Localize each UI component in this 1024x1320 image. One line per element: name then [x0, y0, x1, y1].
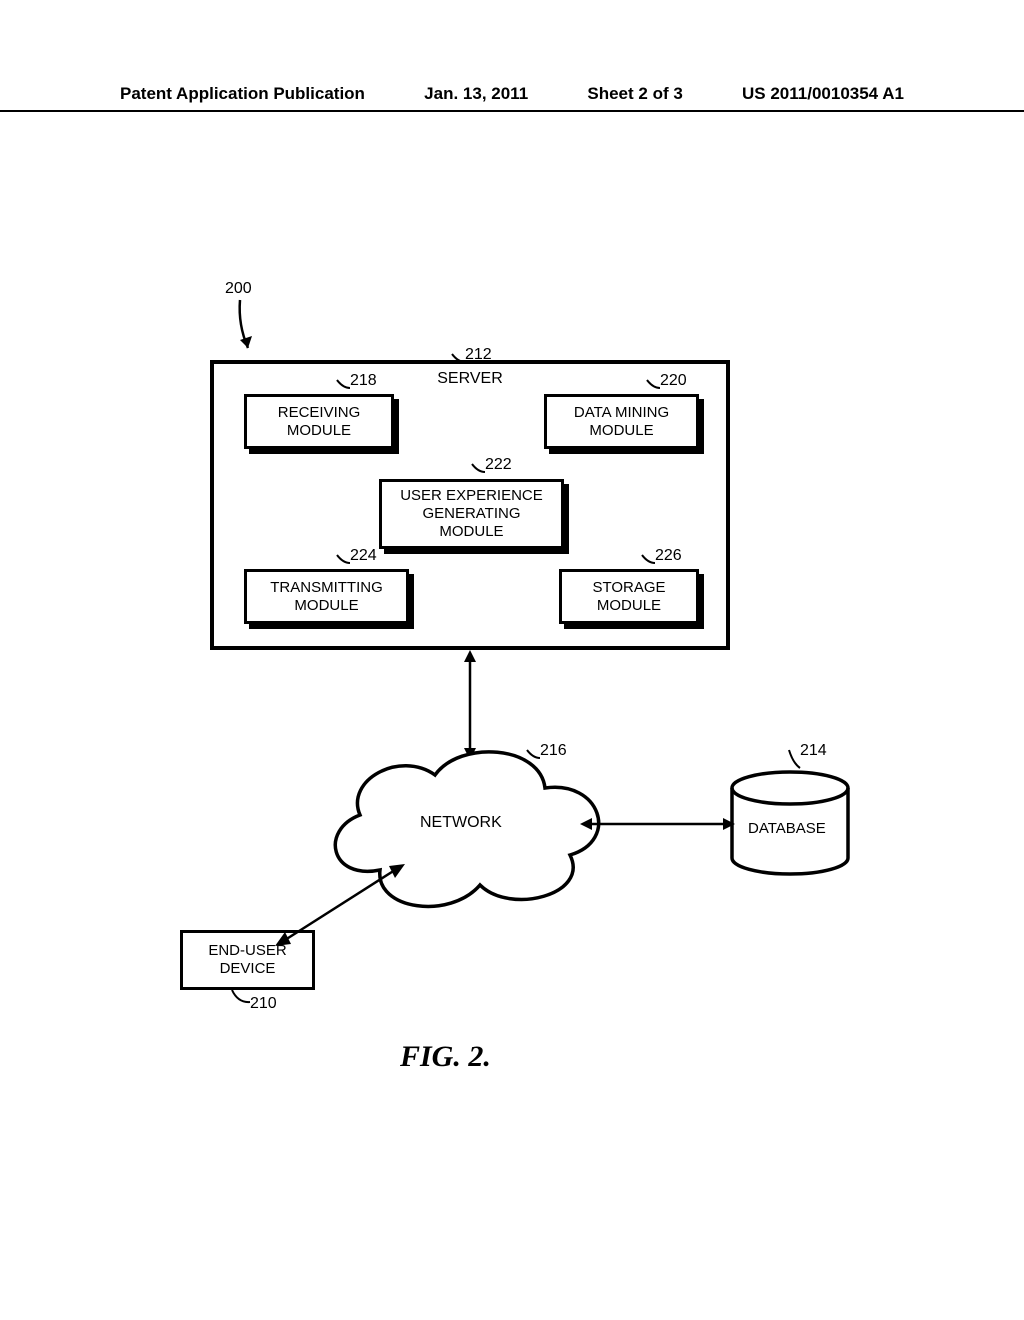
hook-server-icon — [450, 352, 470, 372]
storage-module-label: STORAGE MODULE — [559, 569, 699, 624]
receiving-module: RECEIVING MODULE — [244, 394, 394, 449]
arrow-network-database-icon — [580, 810, 735, 840]
hook-datamining-icon — [645, 378, 665, 398]
arrow-fig-icon — [230, 300, 260, 360]
network-label: NETWORK — [420, 814, 502, 832]
hook-network-icon — [525, 748, 545, 768]
datamining-module: DATA MINING MODULE — [544, 394, 699, 449]
hook-storage-icon — [640, 553, 660, 573]
userexp-module: USER EXPERIENCE GENERATING MODULE — [379, 479, 564, 549]
header-sheet: Sheet 2 of 3 — [587, 84, 682, 104]
header-right: US 2011/0010354 A1 — [742, 84, 904, 104]
server-box: SERVER RECEIVING MODULE DATA MINING MODU… — [210, 360, 730, 650]
hook-database-icon — [785, 748, 805, 778]
header-left: Patent Application Publication — [120, 84, 365, 104]
storage-module: STORAGE MODULE — [559, 569, 699, 624]
page-header: Patent Application Publication Jan. 13, … — [0, 84, 1024, 112]
figure-container: 200 SERVER RECEIVING MODULE DATA MINING … — [120, 280, 920, 1180]
hook-transmitting-icon — [335, 553, 355, 573]
hook-enduser-icon — [230, 988, 255, 1008]
figure-caption: FIG. 2. — [400, 1040, 491, 1074]
hook-userexp-icon — [470, 462, 490, 482]
receiving-module-label: RECEIVING MODULE — [244, 394, 394, 449]
transmitting-module-label: TRANSMITTING MODULE — [244, 569, 409, 624]
transmitting-module: TRANSMITTING MODULE — [244, 569, 409, 624]
arrow-network-enduser-icon — [275, 860, 405, 950]
header-date: Jan. 13, 2011 — [424, 84, 528, 104]
hook-receiving-icon — [335, 378, 355, 398]
ref-fig: 200 — [225, 280, 252, 298]
datamining-module-label: DATA MINING MODULE — [544, 394, 699, 449]
userexp-module-label: USER EXPERIENCE GENERATING MODULE — [379, 479, 564, 549]
database-label: DATABASE — [748, 820, 826, 837]
